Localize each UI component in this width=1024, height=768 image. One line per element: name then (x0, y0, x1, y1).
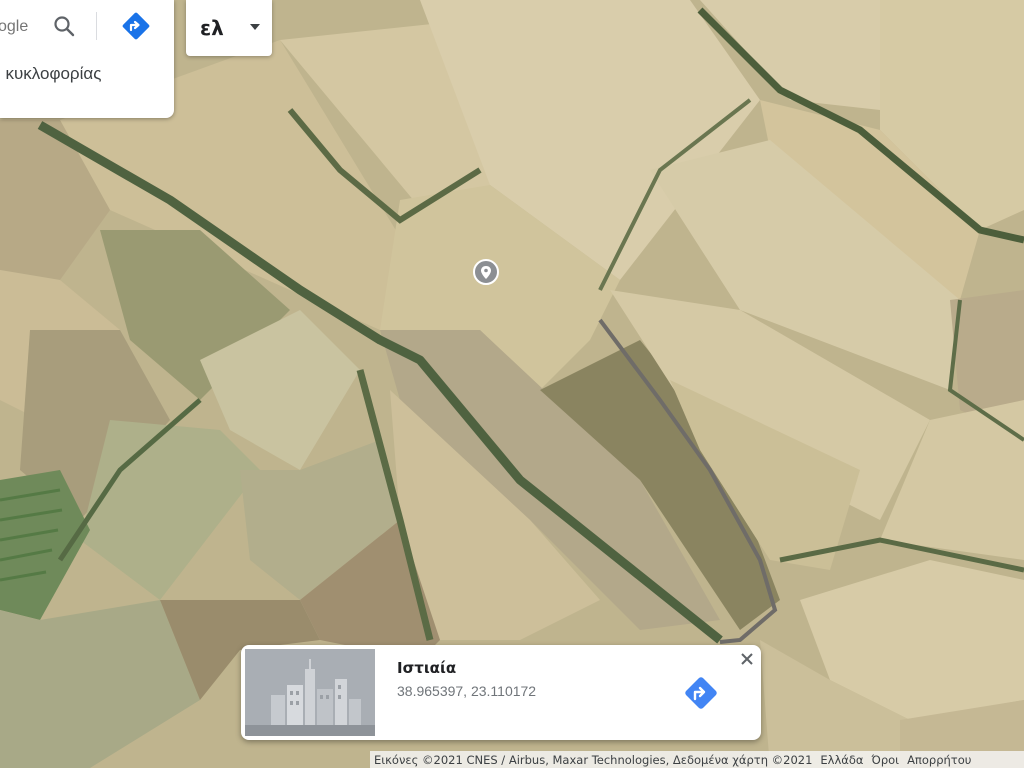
language-selector[interactable]: ελ (186, 0, 272, 56)
search-input[interactable] (0, 10, 46, 44)
directions-icon (685, 677, 717, 709)
imagery-attribution: Εικόνες ©2021 CNES / Airbus, Maxar Techn… (374, 752, 813, 767)
privacy-link[interactable]: Απορρήτου (903, 753, 975, 767)
region-link[interactable]: Ελλάδα (816, 753, 867, 767)
place-coordinates: 38.965397, 23.110172 (397, 683, 537, 699)
place-title: Ιστιαία (397, 659, 457, 677)
directions-button[interactable] (116, 6, 156, 46)
attribution-bar: Εικόνες ©2021 CNES / Airbus, Maxar Techn… (370, 751, 1024, 768)
place-pin-icon[interactable] (473, 259, 499, 285)
language-label[interactable]: ελ (200, 16, 224, 40)
directions-icon (122, 12, 150, 40)
terms-link[interactable]: Όροι (867, 753, 903, 767)
divider (96, 12, 97, 40)
close-button[interactable] (737, 649, 757, 669)
close-icon (741, 653, 753, 665)
search-icon (54, 16, 75, 37)
search-panel: , κυκλοφορίας (0, 0, 174, 118)
search-button[interactable] (46, 8, 82, 44)
card-directions-button[interactable] (679, 671, 723, 715)
caret-down-icon[interactable] (248, 20, 262, 34)
place-info-card[interactable]: Ιστιαία 38.965397, 23.110172 (241, 645, 761, 740)
traffic-layer-label[interactable]: , κυκλοφορίας (0, 64, 101, 84)
street-view-thumbnail[interactable] (245, 649, 375, 736)
